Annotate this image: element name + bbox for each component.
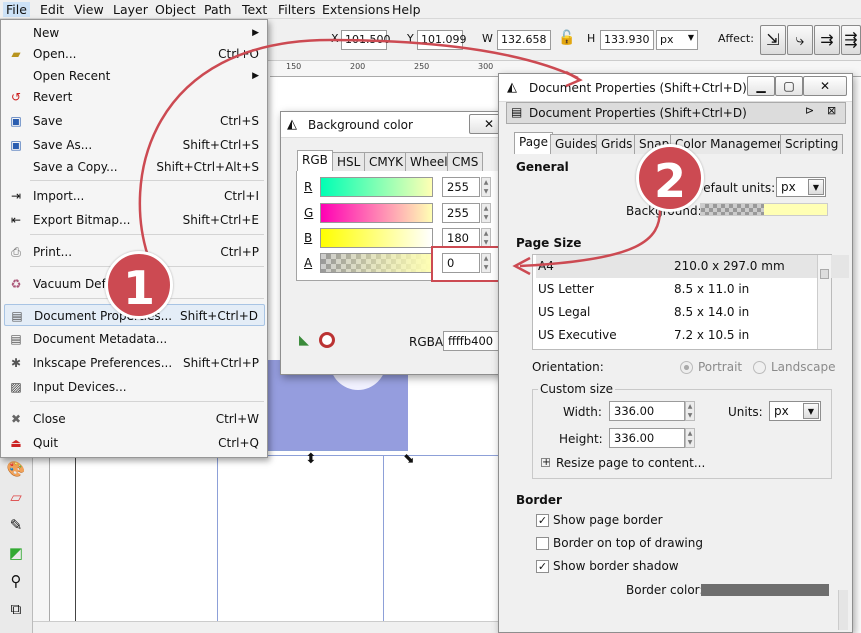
arrow-to-alpha: [519, 209, 662, 268]
step-2-callout: 2: [636, 144, 704, 212]
arrow-to-doc-props: [138, 38, 579, 263]
arrowhead: [565, 70, 583, 88]
arrowhead-aux: [568, 52, 588, 76]
step-1-callout: 1: [105, 251, 173, 319]
